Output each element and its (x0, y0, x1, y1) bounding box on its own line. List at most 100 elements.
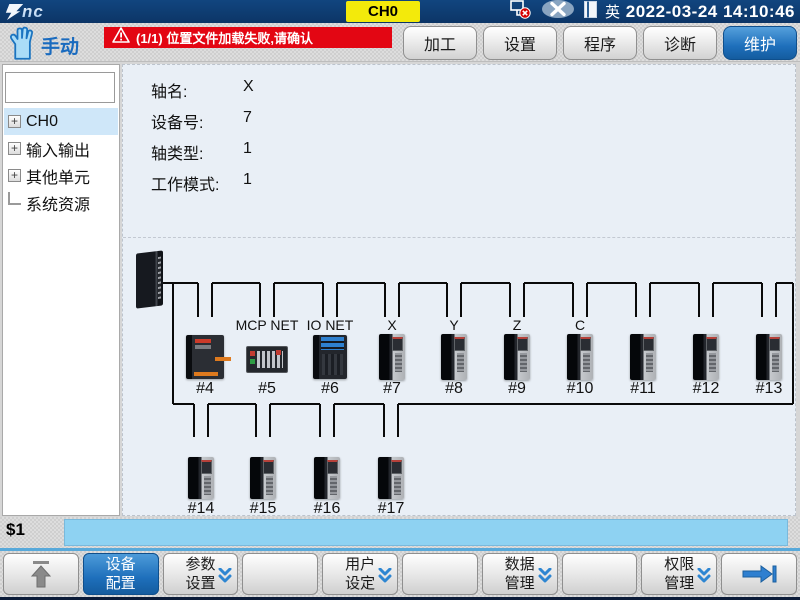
info-label: 轴名: (151, 78, 243, 102)
tree-item-label: 输入输出 (26, 137, 90, 161)
softkey-empty-button[interactable] (242, 553, 318, 595)
device-id: #15 (233, 500, 293, 518)
ime-book-icon (584, 1, 597, 23)
menu-bar: 手动 (1/1) 位置文件加载失败,请确认 加工 设置 程序 诊断 维护 (0, 23, 800, 62)
servo-drive-device-icon[interactable] (756, 334, 782, 380)
device-axis-label: MCP NET (233, 317, 301, 333)
servo-drive-device-icon[interactable] (250, 457, 276, 499)
tree-item-label: 其他单元 (26, 164, 90, 188)
main-menu-tabs: 加工 设置 程序 诊断 维护 (403, 26, 797, 60)
expand-icon[interactable]: + (8, 169, 21, 182)
device-axis-label: C (546, 317, 614, 333)
info-label: 设备号: (151, 109, 243, 133)
device-id: #5 (237, 380, 297, 398)
device-id: #4 (175, 380, 235, 398)
host-controller-device[interactable] (136, 250, 163, 308)
mcp-panel-device-icon[interactable] (246, 346, 288, 373)
device-config-button[interactable]: 设备配置 (83, 553, 159, 595)
servo-drive-device-icon[interactable] (441, 334, 467, 380)
tree-item-label: 系统资源 (26, 191, 90, 215)
tab-machining[interactable]: 加工 (403, 26, 477, 60)
info-label: 轴类型: (151, 140, 243, 164)
chevron-down-icon (697, 568, 711, 584)
device-network-diagram: #4 MCP NET #5 IO NET #6 X #7 Y #8 Z #9 (122, 236, 796, 516)
channel-label: $1 (6, 520, 25, 540)
info-value: X (243, 78, 254, 102)
io-unit-device-icon[interactable] (313, 335, 347, 379)
tree-item-ch0[interactable]: + CH0 (4, 108, 118, 135)
tree-item-io[interactable]: + 输入输出 (4, 135, 118, 162)
user-settings-button[interactable]: 用户设定 (322, 553, 398, 595)
alarm-message: (1/1) 位置文件加载失败,请确认 (136, 28, 313, 47)
tree-root-box[interactable] (5, 72, 115, 103)
servo-drive-device-icon[interactable] (693, 334, 719, 380)
tab-program[interactable]: 程序 (563, 26, 637, 60)
next-page-button[interactable] (721, 553, 797, 595)
tree-item-label: CH0 (26, 113, 58, 131)
next-page-icon (739, 564, 779, 584)
param-settings-button[interactable]: 参数设置 (163, 553, 239, 595)
top-status-bar: nc CH0 (0, 0, 800, 23)
device-axis-label: Y (420, 317, 488, 333)
device-id: #8 (424, 380, 484, 398)
info-row: 轴类型: 1 (151, 140, 252, 164)
servo-drive-device-icon[interactable] (379, 334, 405, 380)
servo-drive-device-icon[interactable] (504, 334, 530, 380)
datetime: 2022-03-24 14:10:46 (626, 0, 795, 23)
info-value: 7 (243, 109, 252, 133)
brand-logo-text: nc (22, 2, 44, 22)
device-id: #12 (676, 380, 736, 398)
servo-drive-device-icon[interactable] (188, 457, 214, 499)
page-up-icon (28, 559, 54, 589)
device-id: #17 (361, 500, 421, 518)
status-row: $1 (0, 517, 800, 548)
tree-item-other-units[interactable]: + 其他单元 (4, 162, 118, 189)
info-row: 设备号: 7 (151, 109, 252, 133)
brand-logo: nc (6, 0, 44, 23)
chevron-down-icon (378, 568, 392, 584)
close-pill-icon[interactable] (540, 0, 576, 24)
alarm-banner[interactable]: (1/1) 位置文件加载失败,请确认 (104, 27, 392, 48)
network-error-icon (508, 0, 532, 24)
tree-branch-icon (8, 192, 21, 205)
info-row: 工作模式: 1 (151, 171, 252, 195)
device-axis-label: IO NET (296, 317, 364, 333)
expand-icon[interactable]: + (8, 115, 21, 128)
info-label: 工作模式: (151, 171, 243, 195)
language-indicator[interactable]: 英 (605, 1, 620, 22)
device-tree-panel: + CH0 + 输入输出 + 其他单元 系统资源 (2, 64, 120, 516)
tab-maintenance[interactable]: 维护 (723, 26, 797, 60)
servo-drive-device-icon[interactable] (567, 334, 593, 380)
servo-drive-device-icon[interactable] (314, 457, 340, 499)
cnc-screen: nc CH0 (0, 0, 800, 600)
page-up-button[interactable] (3, 553, 79, 595)
info-value: 1 (243, 140, 252, 164)
channel-tab[interactable]: CH0 (346, 1, 420, 22)
device-id: #7 (362, 380, 422, 398)
softkey-toolbar: 设备配置 参数设置 用户设定 数据管理 权限管理 (0, 551, 800, 597)
softkey-empty-button[interactable] (562, 553, 638, 595)
device-id: #13 (739, 380, 799, 398)
servo-drive-device-icon[interactable] (378, 457, 404, 499)
warning-icon (112, 27, 130, 48)
permission-management-button[interactable]: 权限管理 (641, 553, 717, 595)
brand-logo-icon (3, 4, 23, 20)
info-row: 轴名: X (151, 78, 254, 102)
softkey-empty-button[interactable] (402, 553, 478, 595)
chevron-down-icon (538, 568, 552, 584)
expand-icon[interactable]: + (8, 142, 21, 155)
device-axis-label: X (358, 317, 426, 333)
command-bar[interactable] (64, 519, 788, 546)
data-management-button[interactable]: 数据管理 (482, 553, 558, 595)
device-id: #16 (297, 500, 357, 518)
tree-item-system-resources[interactable]: 系统资源 (4, 189, 118, 216)
tab-diagnosis[interactable]: 诊断 (643, 26, 717, 60)
inverter-device-icon[interactable] (186, 335, 224, 379)
tab-settings[interactable]: 设置 (483, 26, 557, 60)
device-id: #11 (613, 380, 673, 398)
servo-drive-device-icon[interactable] (630, 334, 656, 380)
device-axis-label: Z (483, 317, 551, 333)
device-id: #10 (550, 380, 610, 398)
device-id: #14 (171, 500, 231, 518)
chevron-down-icon (218, 568, 232, 584)
